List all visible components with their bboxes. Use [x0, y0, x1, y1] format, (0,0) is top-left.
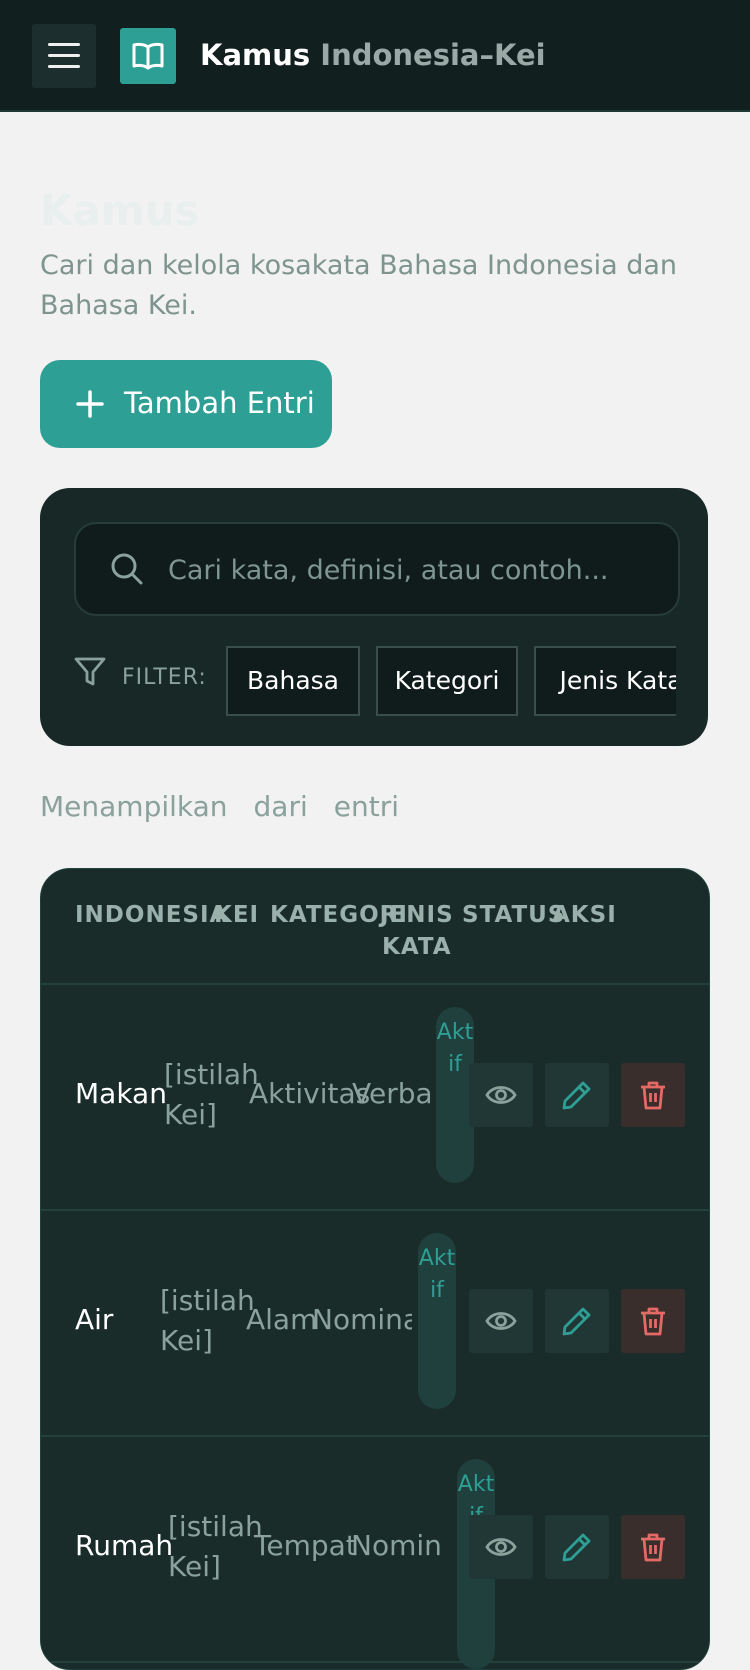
pencil-icon: [562, 1307, 591, 1336]
edit-button[interactable]: [545, 1289, 609, 1353]
trash-icon: [641, 1533, 665, 1562]
funnel-icon: [74, 657, 106, 686]
delete-button[interactable]: [621, 1289, 685, 1353]
page-description: Cari dan kelola kosakata Bahasa Indonesi…: [40, 250, 677, 321]
column-header-kei: KEI: [214, 902, 260, 928]
delete-button[interactable]: [621, 1063, 685, 1127]
add-entry-label: Tambah Entri: [124, 386, 315, 420]
results-middle: dari: [253, 790, 308, 823]
table-row: Makan [istilah Kei] Aktivitas Verba Akti…: [41, 983, 709, 1211]
cell-kategori: Alam: [246, 1303, 318, 1336]
search-icon: [111, 553, 143, 585]
search-input[interactable]: [166, 542, 660, 598]
eye-icon: [485, 1312, 517, 1330]
cell-jenis-kata: Verba: [352, 1077, 430, 1110]
search-filter-card: FILTER: Bahasa Kategori Jenis Kata: [40, 488, 708, 746]
edit-button[interactable]: [545, 1063, 609, 1127]
app-title-main: Kamus: [200, 38, 311, 72]
view-button[interactable]: [469, 1515, 533, 1579]
filter-label: FILTER:: [122, 665, 207, 690]
trash-icon: [641, 1307, 665, 1336]
filter-row: FILTER: Bahasa Kategori Jenis Kata: [74, 646, 676, 716]
eye-icon: [485, 1086, 517, 1104]
view-button[interactable]: [469, 1289, 533, 1353]
cell-kategori: Tempat: [254, 1529, 357, 1562]
cell-indonesia: Rumah: [75, 1529, 174, 1562]
edit-button[interactable]: [545, 1515, 609, 1579]
results-count: Menampilkan dari entri: [40, 790, 399, 823]
column-header-aksi: AKSI: [552, 902, 617, 928]
menu-button[interactable]: [32, 24, 96, 88]
status-badge: Aktif: [418, 1233, 456, 1409]
filter-chip-kategori[interactable]: Kategori: [376, 646, 518, 716]
pencil-icon: [562, 1533, 591, 1562]
page-title: Kamus: [40, 186, 200, 235]
add-entry-button[interactable]: Tambah Entri: [40, 360, 332, 448]
results-suffix: entri: [333, 790, 400, 823]
eye-icon: [485, 1538, 517, 1556]
app-title-sub: Indonesia–Kei: [320, 38, 546, 72]
cell-jenis-kata: Nomina: [312, 1303, 412, 1336]
cell-indonesia: Makan: [75, 1077, 167, 1110]
dictionary-table: INDONESIA KEI KATEGORI JENIS KATA STATUS …: [40, 868, 710, 1670]
search-box: [74, 522, 680, 616]
open-book-icon: [132, 42, 164, 70]
table-row: Rumah [istilah Kei] Tempat Nomina Aktif: [41, 1435, 709, 1669]
view-button[interactable]: [469, 1063, 533, 1127]
delete-button[interactable]: [621, 1515, 685, 1579]
filter-chips: Bahasa Kategori Jenis Kata: [226, 646, 676, 716]
column-header-indonesia: INDONESIA: [75, 902, 229, 928]
trash-icon: [641, 1081, 665, 1110]
filter-chip-jenis-kata[interactable]: Jenis Kata: [534, 646, 676, 716]
table-header: INDONESIA KEI KATEGORI JENIS KATA STATUS …: [41, 869, 709, 985]
filter-chip-bahasa[interactable]: Bahasa: [226, 646, 360, 716]
plus-icon: [76, 390, 104, 418]
cell-kei: [istilah Kei]: [160, 1284, 255, 1357]
column-header-jenis-kata: JENIS KATA: [380, 902, 454, 960]
top-app-bar: Kamus Indonesia–Kei: [0, 0, 750, 112]
cell-kei: [istilah Kei]: [168, 1510, 263, 1583]
app-logo: [120, 28, 176, 84]
column-header-status: STATUS: [462, 902, 566, 928]
table-row: Air [istilah Kei] Alam Nomina Aktif: [41, 1209, 709, 1437]
cell-indonesia: Air: [75, 1303, 114, 1336]
results-prefix: Menampilkan: [40, 790, 228, 823]
hamburger-menu-icon: [48, 43, 80, 46]
app-title: Kamus Indonesia–Kei: [200, 38, 546, 72]
cell-kei: [istilah Kei]: [164, 1058, 259, 1131]
cell-jenis-kata: Nomina: [351, 1529, 441, 1562]
pencil-icon: [562, 1081, 591, 1110]
